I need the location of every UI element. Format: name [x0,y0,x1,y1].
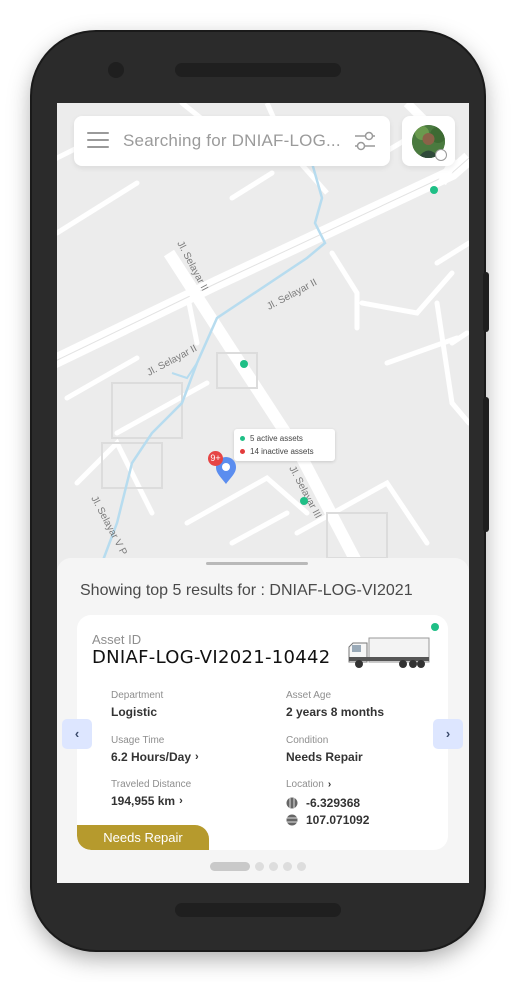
inactive-count: 14 inactive assets [250,447,314,456]
latitude-globe-icon [286,797,298,809]
needs-repair-badge: Needs Repair [77,825,209,850]
department-value: Logistic [111,705,158,719]
page-dot[interactable] [269,862,278,871]
results-title: Showing top 5 results for : DNIAF-LOG-VI… [80,582,413,599]
location-pin[interactable]: 9+ [208,451,240,485]
asset-count-tooltip: 5 active assets 14 inactive assets [234,429,335,461]
active-asset-marker[interactable] [240,360,248,368]
asset-age-value: 2 years 8 months [286,705,385,719]
page-dot[interactable] [255,862,264,871]
traveled-distance-label: Traveled Distance [111,779,192,790]
chevron-right-icon[interactable]: › [195,751,199,763]
location-label[interactable]: Location [286,779,324,790]
usage-time-field[interactable]: Usage Time 6.2 Hours/Day › [111,735,199,764]
chevron-right-icon[interactable]: › [328,779,331,790]
earpiece-speaker [175,63,341,77]
page-dot[interactable] [297,862,306,871]
map-view[interactable]: Jl. Selayar II Jl. Selayar II Jl. Selaya… [57,103,469,563]
traveled-distance-field[interactable]: Traveled Distance 194,955 km › [111,779,191,808]
condition-label: Condition [286,735,329,746]
usage-time-value[interactable]: 6.2 Hours/Day [111,750,191,764]
asset-card[interactable]: Asset ID DNIAF-LOG-VI2021-10442 Departme… [77,615,448,850]
active-asset-marker[interactable] [300,497,308,505]
condition-field: Condition Needs Repair [286,735,363,764]
sheet-drag-handle[interactable] [206,562,308,565]
asset-id-label: Asset ID [92,632,142,647]
pagination-dots[interactable] [210,862,306,871]
cluster-count-badge: 9+ [208,451,223,466]
latitude-value: -6.329368 [306,796,361,810]
longitude-globe-icon [286,814,298,826]
truck-icon [348,637,430,668]
filter-sliders-icon[interactable] [353,130,377,152]
results-sheet[interactable]: Showing top 5 results for : DNIAF-LOG-VI… [57,558,469,883]
location-field[interactable]: Location › -6.329368 107.071092 [286,779,369,827]
search-input[interactable]: Searching for DNIAF-LOG... [123,131,341,151]
asset-id: DNIAF-LOG-VI2021-10442 [92,647,331,668]
chevron-right-icon[interactable]: › [446,726,450,741]
settings-badge-icon [435,149,447,161]
inactive-dot-icon [240,449,245,454]
active-asset-marker[interactable] [430,186,438,194]
longitude-value: 107.071092 [306,813,370,827]
volume-button [483,272,489,332]
phone-frame: Jl. Selayar II Jl. Selayar II Jl. Selaya… [32,32,489,950]
usage-time-label: Usage Time [111,735,165,746]
next-result-button[interactable]: › [433,719,463,749]
active-count: 5 active assets [250,434,303,443]
chevron-left-icon[interactable]: ‹ [75,726,79,741]
bottom-speaker [175,903,341,917]
department-label: Department [111,690,164,701]
traveled-distance-value[interactable]: 194,955 km [111,794,175,808]
chevron-right-icon[interactable]: › [179,795,183,807]
power-button [483,397,489,532]
page-dot-active[interactable] [210,862,250,871]
search-bar[interactable]: Searching for DNIAF-LOG... [74,116,390,166]
app-screen: Jl. Selayar II Jl. Selayar II Jl. Selaya… [57,103,469,883]
asset-age-label: Asset Age [286,690,332,701]
status-dot-icon [431,623,439,631]
department-field: Department Logistic [111,690,163,719]
active-dot-icon [240,436,245,441]
asset-age-field: Asset Age 2 years 8 months [286,690,384,719]
hamburger-menu-icon[interactable] [87,132,109,150]
previous-result-button[interactable]: ‹ [62,719,92,749]
condition-value: Needs Repair [286,750,363,764]
page-dot[interactable] [283,862,292,871]
front-camera [108,62,124,78]
profile-button[interactable] [402,116,455,166]
